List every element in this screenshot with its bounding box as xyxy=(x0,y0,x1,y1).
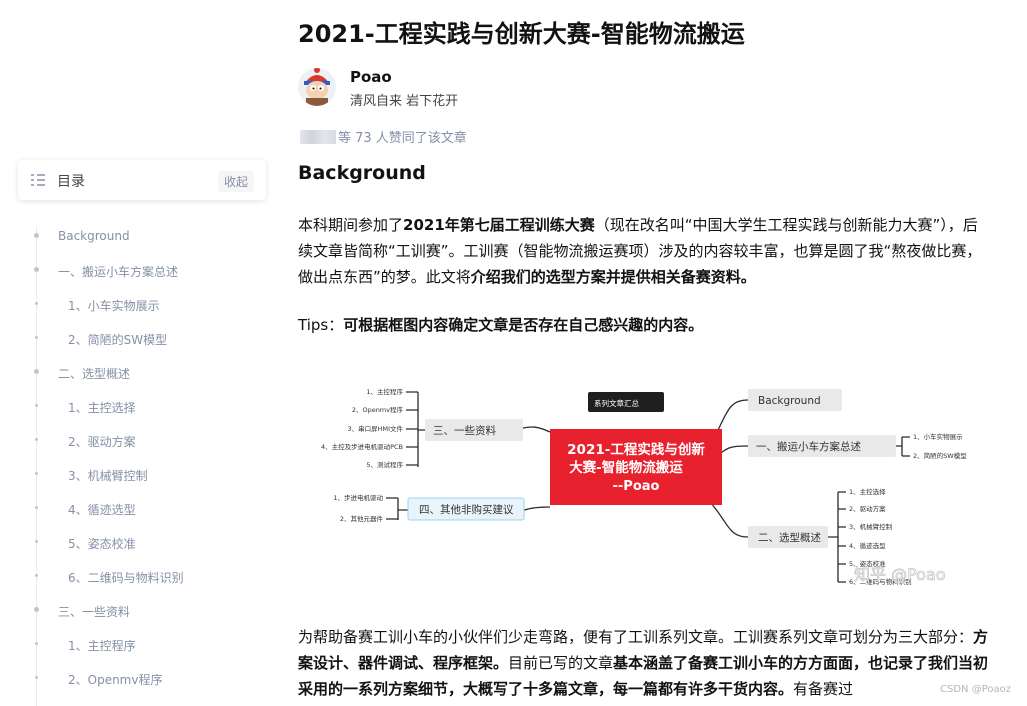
toc-bullet-icon xyxy=(35,574,38,577)
toc-header: 目录 收起 xyxy=(18,160,266,200)
toc-collapse-button[interactable]: 收起 xyxy=(217,171,254,192)
corner-watermark: CSDN @Poaoz xyxy=(940,684,1011,695)
toc-bullet-icon xyxy=(35,438,38,441)
p3-text-e: 有备赛过 xyxy=(793,680,854,698)
mm-right-branch2: 二、选型概述 xyxy=(758,531,821,544)
mm-leaf-item: 3、机械臂控制 xyxy=(849,522,893,531)
toc-item-label: 1、主控程序 xyxy=(68,639,136,653)
mm-left-branch1: 三、一些资料 xyxy=(433,424,496,437)
toc-item[interactable]: 4、循迹选型 xyxy=(0,498,280,532)
toc-list-icon xyxy=(30,172,46,192)
toc-bullet-icon xyxy=(34,607,39,612)
p3-text-c: 目前已写的文章 xyxy=(508,654,614,672)
toc-item-label: 2、Openmv程序 xyxy=(68,673,163,687)
toc-bullet-icon xyxy=(35,404,38,407)
toc-item[interactable]: 6、二维码与物料识别 xyxy=(0,566,280,600)
mm-leaf-item: 2、驱动方案 xyxy=(849,504,886,513)
mm-right-branch1: 一、搬运小车方案总述 xyxy=(756,440,861,453)
toc-item[interactable]: 1、主控程序 xyxy=(0,634,280,668)
toc-bullet-icon xyxy=(35,540,38,543)
toc-bullet-icon xyxy=(34,267,39,272)
toc-item[interactable]: 5、姿态校准 xyxy=(0,532,280,566)
mm-center-line2: 大赛-智能物流搬运 xyxy=(569,459,683,476)
toc-item-label: 三、一些资料 xyxy=(58,605,131,619)
toc-bullet-icon xyxy=(35,676,38,679)
paragraph-series: 为帮助备赛工训小车的小伙伴们少走弯路，便有了工训系列文章。工训赛系列文章可划分为… xyxy=(298,624,990,702)
toc-item[interactable]: 三、一些资料 xyxy=(0,600,280,634)
toc-item-label: 1、小车实物展示 xyxy=(68,299,160,313)
mm-top-tag: 系列文章汇总 xyxy=(594,398,639,408)
p2-bold-b: 可根据框图内容确定文章是否存在自己感兴趣的内容。 xyxy=(343,316,704,334)
toc-item-label: Background xyxy=(58,229,130,243)
p1-text-a: 本科期间参加了 xyxy=(298,216,404,234)
p2-text-a: Tips： xyxy=(298,316,344,334)
toc-item-label: 二、选型概述 xyxy=(58,367,131,381)
toc-item-label: 一、搬运小车方案总述 xyxy=(58,265,179,279)
mm-leaf-item: 2、简陋的SW模型 xyxy=(913,451,967,460)
paragraph-tips: Tips：可根据框图内容确定文章是否存在自己感兴趣的内容。 xyxy=(298,312,990,338)
mm-leaf-item: 1、主控程序 xyxy=(366,387,403,396)
mm-leaf-item: 1、步进电机驱动 xyxy=(333,493,383,502)
toc-item[interactable]: 2、简陋的SW模型 xyxy=(0,328,280,362)
toc-item-label: 2、简陋的SW模型 xyxy=(68,333,168,347)
author-bio: 清风自来 岩下花开 xyxy=(350,94,459,109)
toc-item[interactable]: Background xyxy=(0,226,280,260)
author-name[interactable]: Poao xyxy=(350,68,392,86)
toc-item[interactable]: 1、小车实物展示 xyxy=(0,294,280,328)
mm-leaf-item: 2、其他元器件 xyxy=(340,514,384,523)
likes-text: 等 73 人赞同了该文章 xyxy=(338,131,467,146)
mm-leaf-item: 3、串口屏HMI文件 xyxy=(347,424,403,433)
mm-left-branch2: 四、其他非购买建议 xyxy=(419,503,514,516)
mm-watermark: 知乎 @Poao xyxy=(854,565,946,584)
toc-list: Background 一、搬运小车方案总述 1、小车实物展示 2、简陋的SW模型二、选… xyxy=(0,226,280,702)
mm-leaf-item: 5、测试程序 xyxy=(366,460,403,469)
author-avatar[interactable] xyxy=(298,68,336,106)
toc-item-label: 3、机械臂控制 xyxy=(68,469,148,483)
paragraph-intro: 本科期间参加了2021年第七届工程训练大赛（现在改名叫“中国大学生工程实践与创新… xyxy=(298,212,990,290)
toc-bullet-icon xyxy=(35,642,38,645)
p1-bold-d: 介绍我们的选型方案并提供相关备赛资料。 xyxy=(470,268,756,286)
p1-bold-b: 2021年第七届工程训练大赛 xyxy=(403,216,595,234)
mm-leaf-item: 4、主控及步进电机驱动PCB xyxy=(321,442,403,451)
toc-item[interactable]: 2、Openmv程序 xyxy=(0,668,280,702)
mm-leaf-item: 1、主控选择 xyxy=(849,487,886,496)
toc-item[interactable]: 2、驱动方案 xyxy=(0,430,280,464)
toc-item[interactable]: 1、主控选择 xyxy=(0,396,280,430)
toc-item-label: 6、二维码与物料识别 xyxy=(68,571,184,585)
blurred-avatars xyxy=(300,129,336,144)
toc-item-label: 2、驱动方案 xyxy=(68,435,136,449)
toc-item[interactable]: 一、搬运小车方案总述 xyxy=(0,260,280,294)
toc-item-label: 1、主控选择 xyxy=(68,401,136,415)
toc-title: 目录 xyxy=(57,174,85,190)
section-heading-background: Background xyxy=(298,162,426,184)
mm-leaf-item: 1、小车实物展示 xyxy=(913,432,963,441)
likes-info: 等 73 人赞同了该文章 xyxy=(300,127,467,146)
toc-bullet-icon xyxy=(35,336,38,339)
toc-item-label: 4、循迹选型 xyxy=(68,503,136,517)
toc-bullet-icon xyxy=(35,472,38,475)
mm-right-branch0: Background xyxy=(758,395,821,407)
mindmap-image: 2021-工程实践与创新 大赛-智能物流搬运 --Poao 系列文章汇总 三、一… xyxy=(321,387,967,586)
avatar-image xyxy=(298,68,336,106)
mm-leaf-item: 4、循迹选型 xyxy=(849,541,886,550)
mm-center-line3: --Poao xyxy=(613,479,660,494)
toc-item[interactable]: 3、机械臂控制 xyxy=(0,464,280,498)
article-title: 2021-工程实践与创新大赛-智能物流搬运 xyxy=(298,20,745,48)
mm-center-line1: 2021-工程实践与创新 xyxy=(567,441,705,458)
toc-bullet-icon xyxy=(35,506,38,509)
toc-bullet-icon xyxy=(34,233,39,238)
toc-item[interactable]: 二、选型概述 xyxy=(0,362,280,396)
toc-bullet-icon xyxy=(35,302,38,305)
p3-text-a: 为帮助备赛工训小车的小伙伴们少走弯路，便有了工训系列文章。工训赛系列文章可划分为… xyxy=(298,628,974,646)
toc-item-label: 5、姿态校准 xyxy=(68,537,136,551)
toc-bullet-icon xyxy=(34,369,39,374)
mm-leaf-item: 2、Openmv程序 xyxy=(352,405,404,414)
